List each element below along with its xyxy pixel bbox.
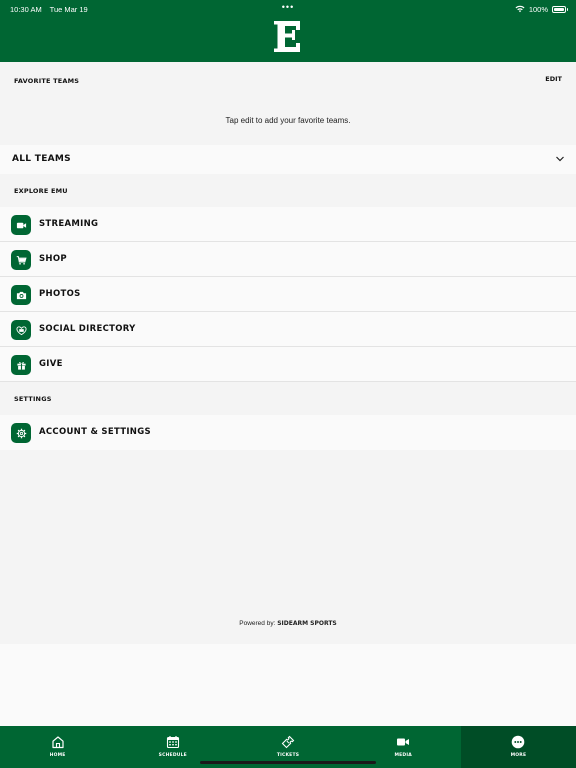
menu-item-label: ACCOUNT & SETTINGS: [39, 427, 151, 437]
explore-menu: STREAMING SHOP PHOTOS SOCIAL DIRECTORY G…: [0, 207, 576, 382]
tab-label: MEDIA: [394, 753, 412, 758]
status-bar: 10:30 AM Tue Mar 19 ••• 100%: [10, 2, 568, 15]
powered-prefix: Powered by:: [239, 620, 276, 627]
menu-item-account-settings[interactable]: ACCOUNT & SETTINGS: [0, 415, 576, 450]
photos-icon-box: [11, 285, 31, 305]
home-indicator[interactable]: [200, 761, 376, 764]
menu-item-give[interactable]: GIVE: [0, 347, 576, 382]
menu-item-label: SHOP: [39, 254, 67, 264]
favorite-teams-title: FAVORITE TEAMS: [14, 77, 80, 85]
shopping-cart-icon: [16, 255, 27, 265]
sidearm-brand-link[interactable]: SIDEARM SPORTS: [277, 620, 337, 627]
favorite-teams-section: FAVORITE TEAMS EDIT Tap edit to add your…: [0, 62, 576, 145]
home-icon: [51, 736, 64, 749]
menu-item-photos[interactable]: PHOTOS: [0, 277, 576, 312]
shop-icon-box: [11, 250, 31, 270]
footer-spacer: [0, 644, 576, 726]
status-date: Tue Mar 19: [49, 4, 88, 14]
social-icon-box: [11, 320, 31, 340]
settings-section-title: SETTINGS: [14, 395, 52, 403]
menu-item-label: STREAMING: [39, 219, 99, 229]
tab-label: TICKETS: [276, 753, 300, 758]
status-left: 10:30 AM Tue Mar 19: [10, 5, 94, 14]
status-right: 100%: [515, 4, 568, 14]
tab-label: HOME: [49, 753, 66, 758]
ticket-icon: [281, 735, 295, 749]
video-camera-icon: [16, 222, 26, 228]
all-teams-dropdown[interactable]: ALL TEAMS: [0, 145, 576, 174]
gift-icon: [16, 361, 26, 370]
status-time: 10:30 AM: [10, 4, 42, 14]
give-icon-box: [11, 355, 31, 375]
tab-label: MORE: [510, 753, 527, 758]
gear-icon: [16, 428, 26, 438]
edit-button[interactable]: EDIT: [545, 75, 562, 83]
menu-item-social-directory[interactable]: SOCIAL DIRECTORY: [0, 312, 576, 347]
tab-home[interactable]: HOME: [0, 726, 115, 768]
menu-item-label: SOCIAL DIRECTORY: [39, 324, 136, 334]
favorites-empty-message: Tap edit to add your favorite teams.: [225, 116, 351, 125]
tab-more[interactable]: MORE: [460, 726, 576, 768]
menu-item-label: GIVE: [39, 359, 63, 369]
camera-icon: [16, 291, 26, 299]
settings-icon-box: [11, 423, 31, 443]
battery-icon: [552, 5, 568, 13]
explore-section-title: EXPLORE EMU: [14, 187, 68, 195]
app-header: 10:30 AM Tue Mar 19 ••• 100%: [0, 0, 576, 62]
menu-item-shop[interactable]: SHOP: [0, 242, 576, 277]
emu-logo-icon[interactable]: [274, 21, 300, 52]
streaming-icon-box: [11, 215, 31, 235]
multitasking-dots[interactable]: •••: [282, 2, 294, 12]
menu-item-streaming[interactable]: STREAMING: [0, 207, 576, 242]
tab-label: SCHEDULE: [158, 753, 187, 758]
chevron-down-icon: [556, 156, 564, 162]
wifi-icon: [515, 5, 525, 13]
battery-percent: 100%: [528, 4, 548, 14]
settings-menu: ACCOUNT & SETTINGS: [0, 415, 576, 450]
more-icon: [512, 735, 525, 749]
calendar-icon: [166, 736, 179, 749]
powered-by: Powered by: SIDEARM SPORTS: [0, 620, 576, 627]
menu-item-label: PHOTOS: [39, 289, 81, 299]
bottom-tab-bar: HOME SCHEDULE TICKETS MEDIA MORE: [0, 726, 576, 768]
social-icon: [15, 325, 27, 335]
all-teams-label: ALL TEAMS: [12, 154, 71, 164]
video-camera-icon: [397, 738, 410, 746]
